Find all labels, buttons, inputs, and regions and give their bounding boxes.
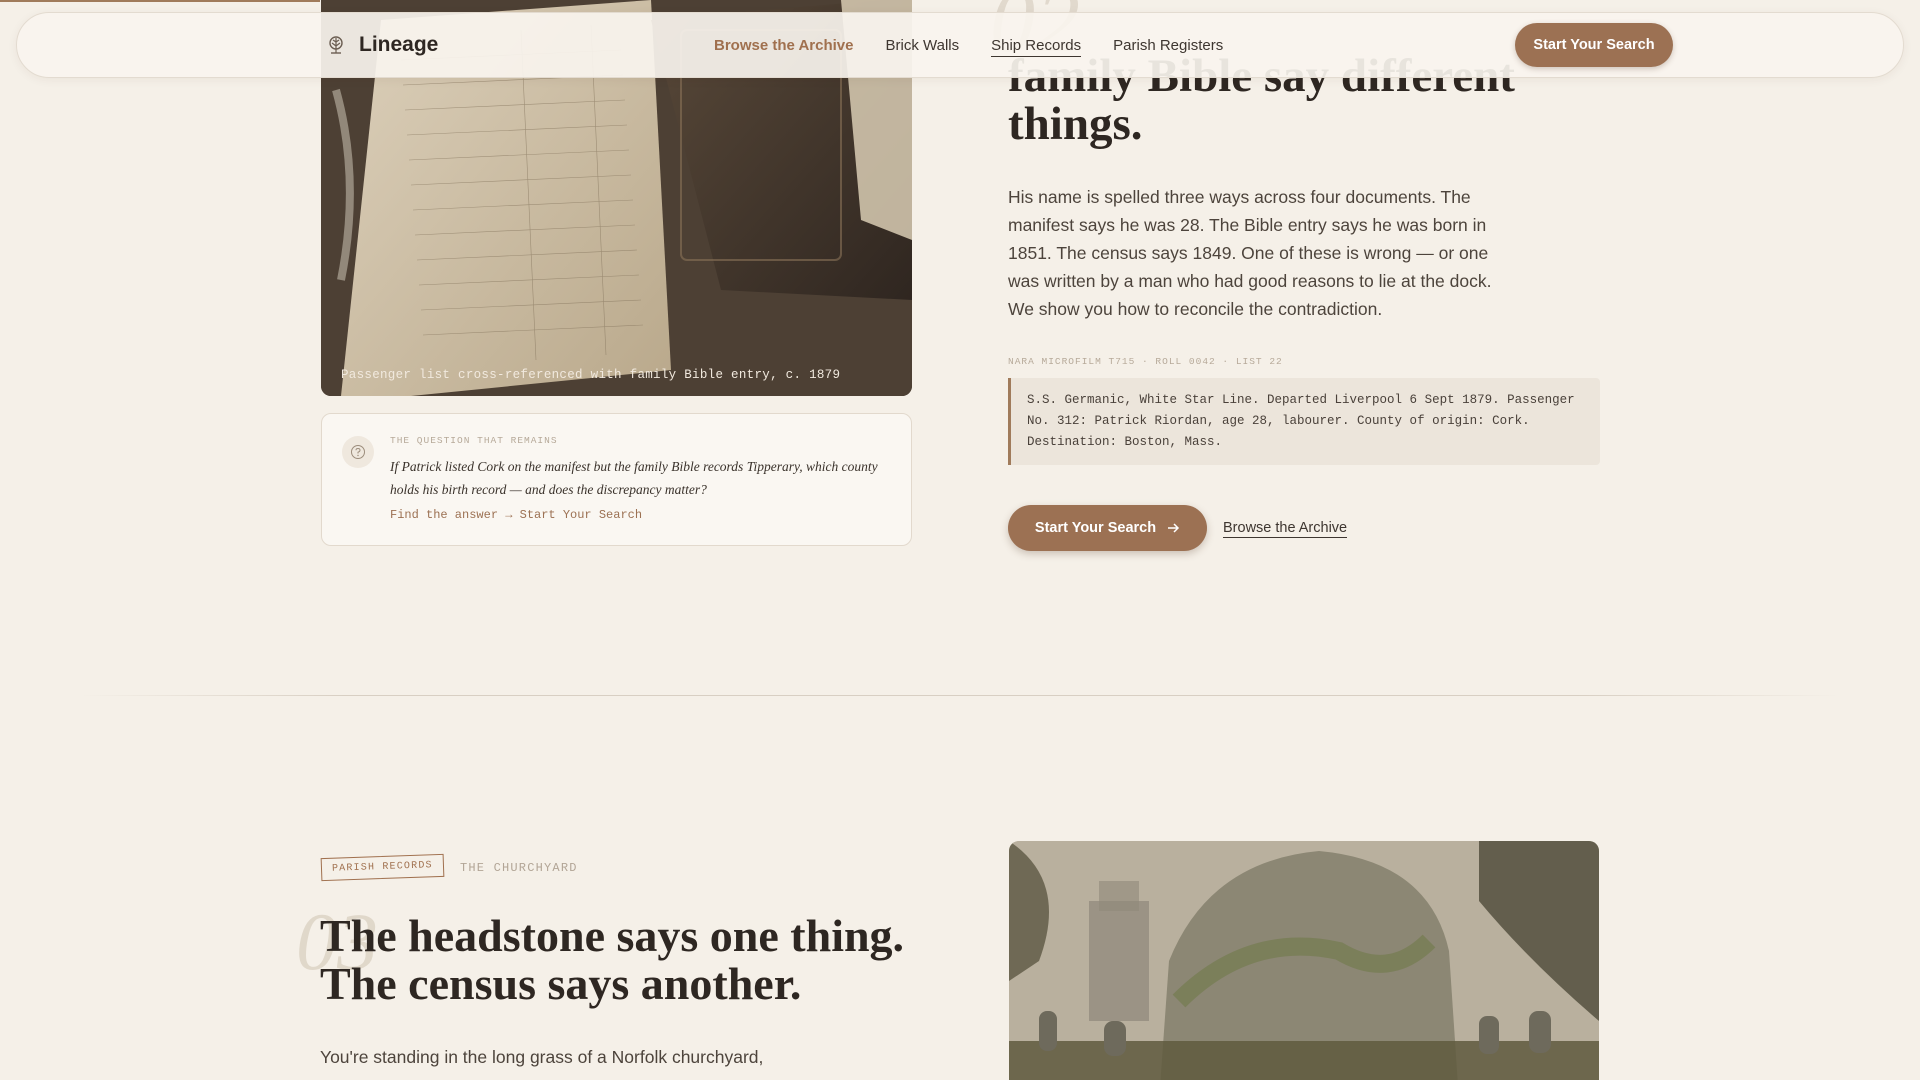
brand-logo[interactable]: Lineage (325, 33, 438, 57)
question-kicker: THE QUESTION THAT REMAINS (390, 435, 558, 446)
nav-link-parish-registers[interactable]: Parish Registers (1113, 37, 1223, 57)
section-divider (80, 695, 1840, 696)
top-accent-line (0, 0, 320, 2)
nav-link-browse-archive[interactable]: Browse the Archive (714, 37, 854, 57)
question-circle-icon (342, 436, 374, 468)
section2-heading: The headstone says one thing. The census… (320, 910, 905, 1009)
churchyard-label: THE CHURCHYARD (460, 861, 578, 875)
brand-name: Lineage (359, 33, 439, 56)
arrow-right-icon (1168, 523, 1180, 533)
browse-archive-link[interactable]: Browse the Archive (1223, 520, 1348, 538)
source-citation: S.S. Germanic, White Star Line. Departed… (1008, 378, 1600, 465)
nav-link-ship-records[interactable]: Ship Records (991, 37, 1082, 57)
question-text: If Patrick listed Cork on the manifest b… (390, 459, 878, 497)
find-answer-link[interactable]: Find the answer → Start Your Search (390, 508, 642, 522)
nav-link-brick-walls[interactable]: Brick Walls (886, 37, 960, 57)
tree-crest-icon (329, 36, 343, 54)
start-search-button[interactable]: Start Your Search (1008, 505, 1207, 551)
question-card: THE QUESTION THAT REMAINS If Patrick lis… (321, 413, 912, 546)
section1-lead: His name is spelled three ways across fo… (1008, 187, 1492, 319)
start-search-label: Start Your Search (1034, 520, 1157, 536)
headstone-photo (1009, 841, 1599, 1080)
section2-lead: You're standing in the long grass of a N… (320, 1047, 764, 1067)
source-kicker: NARA MICROFILM T715 · ROLL 0042 · LIST 2… (1008, 356, 1283, 367)
photo-caption: Passenger list cross-referenced with fam… (341, 368, 841, 382)
nav-start-search-button[interactable]: Start Your Search (1515, 23, 1673, 67)
churchyard-illustration (1009, 841, 1599, 1080)
nav-links: Browse the Archive Brick Walls Ship Reco… (714, 37, 1223, 57)
top-nav: Lineage Browse the Archive Brick Walls S… (16, 12, 1904, 78)
parish-records-tag: PARISH RECORDS (320, 853, 445, 882)
